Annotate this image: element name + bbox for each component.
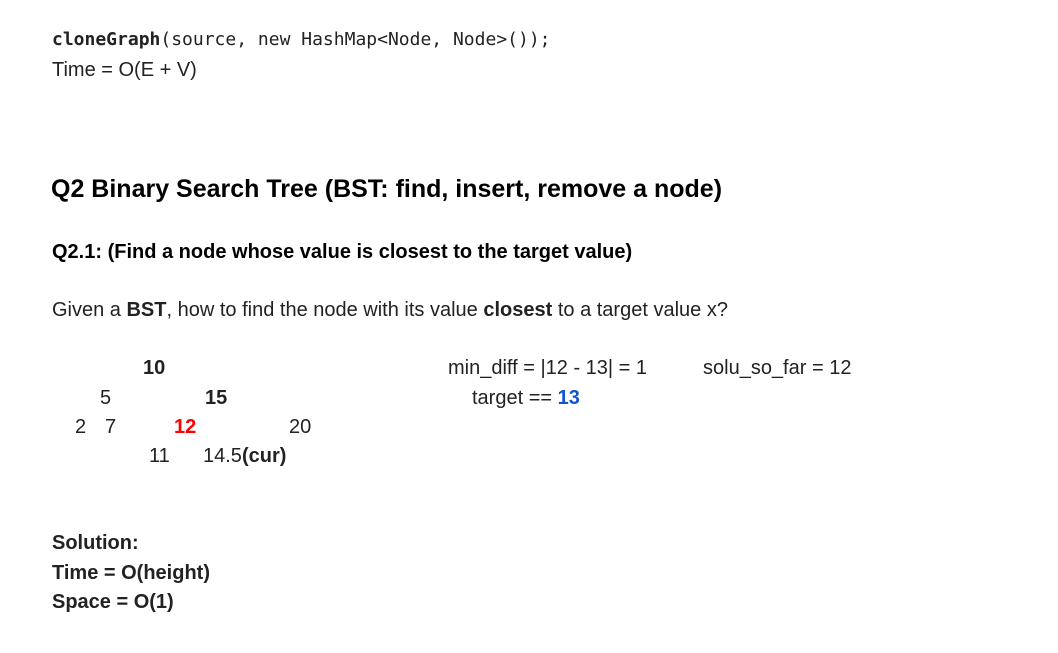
tree-node-20: 20: [289, 416, 312, 438]
solution-title: Solution:: [52, 532, 139, 554]
question-part: Given a: [52, 299, 127, 321]
code-function-name: cloneGraph: [52, 29, 161, 50]
tree-node-14-5-value: 14.5: [203, 445, 242, 467]
solu-so-far-note: solu_so_far = 12: [703, 357, 852, 379]
tree-node-11: 11: [149, 445, 170, 467]
subsection-heading: Q2.1: (Find a node whose value is closes…: [52, 241, 633, 263]
tree-node-7: 7: [105, 416, 117, 438]
tree-node-2: 2: [75, 416, 87, 438]
tree-node-10: 10: [143, 357, 166, 379]
tree-node-15: 15: [205, 387, 228, 409]
tree-node-5: 5: [100, 387, 112, 409]
tree-node-14-5: 14.5(cur): [203, 444, 286, 468]
code-arguments: (source, new HashMap<Node, Node>());: [160, 29, 551, 50]
question-bold-closest: closest: [483, 299, 553, 321]
time-complexity-line: Time = O(E + V): [52, 59, 197, 81]
question-part: to a target value x?: [552, 299, 728, 321]
target-label: target ==: [472, 387, 558, 409]
min-diff-note: min_diff = |12 - 13| = 1: [448, 357, 648, 379]
question-text: Given a BST, how to find the node with i…: [52, 298, 728, 322]
question-bold-bst: BST: [126, 299, 167, 321]
target-note: target == 13: [472, 386, 580, 410]
question-part: , how to find the node with its value: [166, 299, 484, 321]
solution-space: Space = O(1): [52, 591, 174, 613]
section-heading: Q2 Binary Search Tree (BST: find, insert…: [51, 175, 723, 203]
solution-time: Time = O(height): [52, 562, 210, 584]
target-value: 13: [557, 387, 580, 409]
code-line: cloneGraph(source, new HashMap<Node, Nod…: [52, 28, 551, 52]
tree-node-12: 12: [174, 416, 197, 438]
current-marker: (cur): [241, 445, 287, 467]
